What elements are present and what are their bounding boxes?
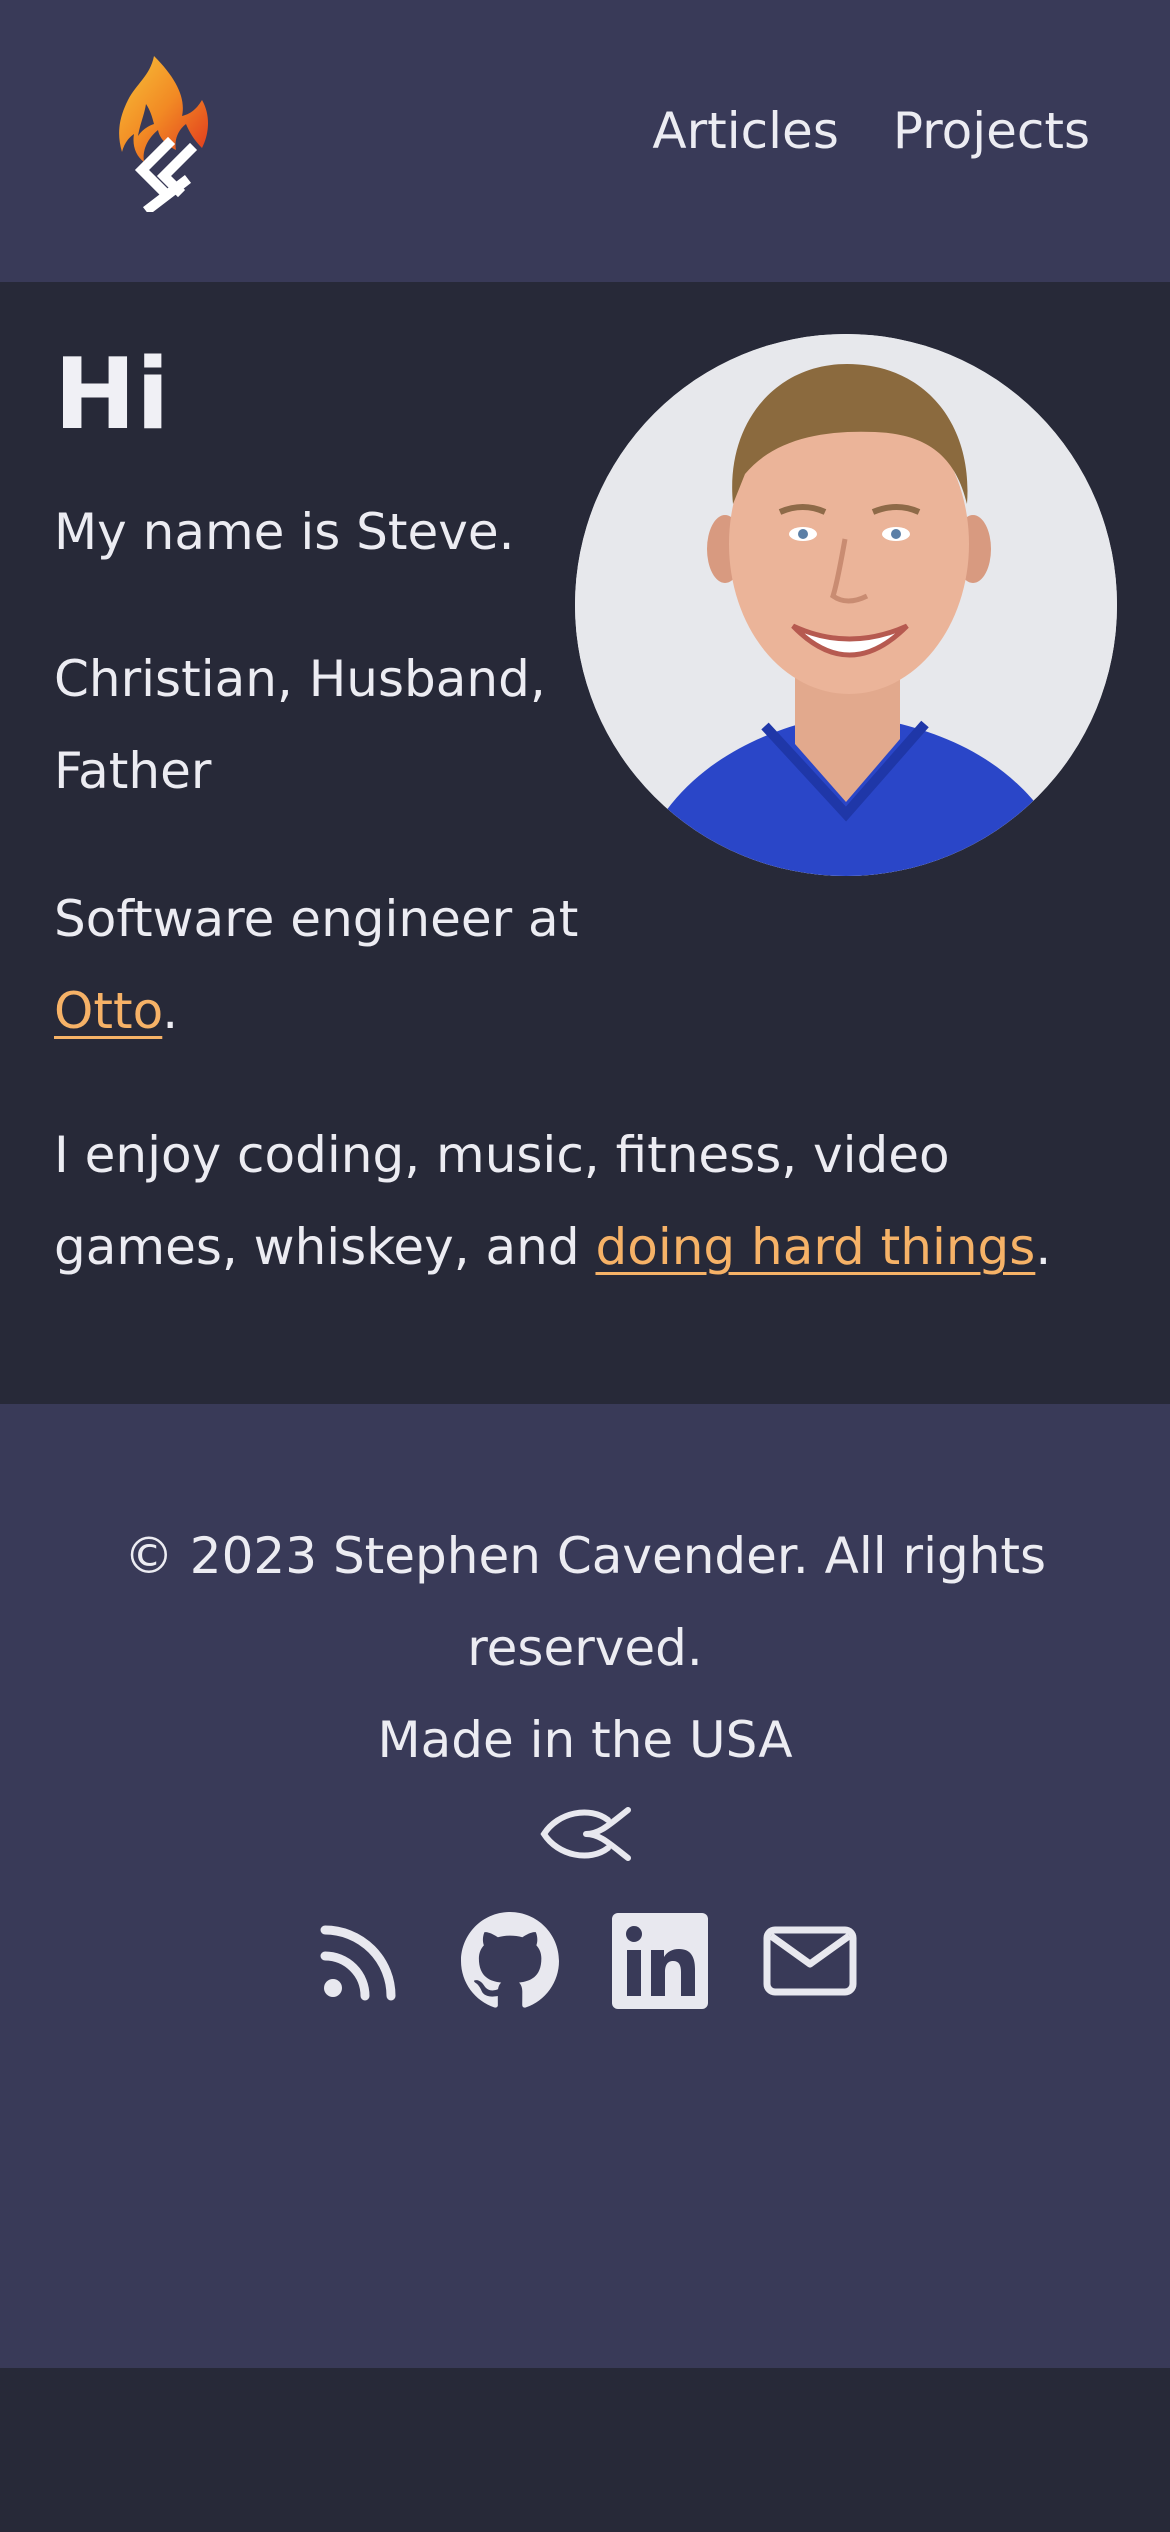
rss-link[interactable] — [311, 1912, 409, 2010]
site-logo[interactable] — [110, 52, 215, 216]
bio-hobbies-suffix: . — [1035, 1218, 1052, 1276]
bio-roles: Christian, Husband, Father — [54, 650, 546, 800]
site-header: Articles Projects — [0, 0, 1170, 282]
rss-icon — [320, 1925, 396, 2001]
linkedin-link[interactable] — [611, 1912, 709, 2010]
bio-job-suffix: . — [162, 982, 179, 1040]
profile-photo — [575, 334, 1117, 876]
nav-projects-link[interactable]: Projects — [893, 98, 1090, 164]
bio-name: My name is Steve. — [54, 503, 515, 561]
site-footer: © 2023 Stephen Cavender. All rights rese… — [0, 1404, 1170, 2368]
github-icon — [461, 1912, 559, 2008]
main-nav: Articles Projects — [652, 98, 1090, 164]
email-link[interactable] — [761, 1912, 859, 2010]
page-bottom-area — [0, 2368, 1170, 2532]
linkedin-icon — [612, 1913, 708, 2009]
email-icon — [763, 1926, 857, 1996]
doing-hard-things-link[interactable]: doing hard things — [595, 1218, 1035, 1276]
flame-monogram-logo-icon — [119, 56, 208, 216]
greeting-heading: Hi — [54, 338, 170, 452]
avatar-portrait-icon — [575, 334, 1117, 876]
made-in-text: Made in the USA — [377, 1711, 793, 1769]
copyright-text: © 2023 Stephen Cavender. All rights rese… — [123, 1527, 1047, 1677]
bio-job: Software engineer at Otto. — [54, 873, 594, 1057]
bio-job-prefix: Software engineer at — [54, 890, 579, 948]
social-links — [0, 1912, 1170, 2010]
intro-section: Hi My name is Steve. Christian, Husband,… — [0, 282, 1170, 1404]
bio-hobbies: I enjoy coding, music, fitness, video ga… — [54, 1109, 1134, 1293]
otto-link[interactable]: Otto — [54, 982, 162, 1040]
nav-articles-link[interactable]: Articles — [652, 98, 838, 164]
ichthys-fish-icon — [540, 1807, 631, 1861]
github-link[interactable] — [461, 1912, 559, 2010]
